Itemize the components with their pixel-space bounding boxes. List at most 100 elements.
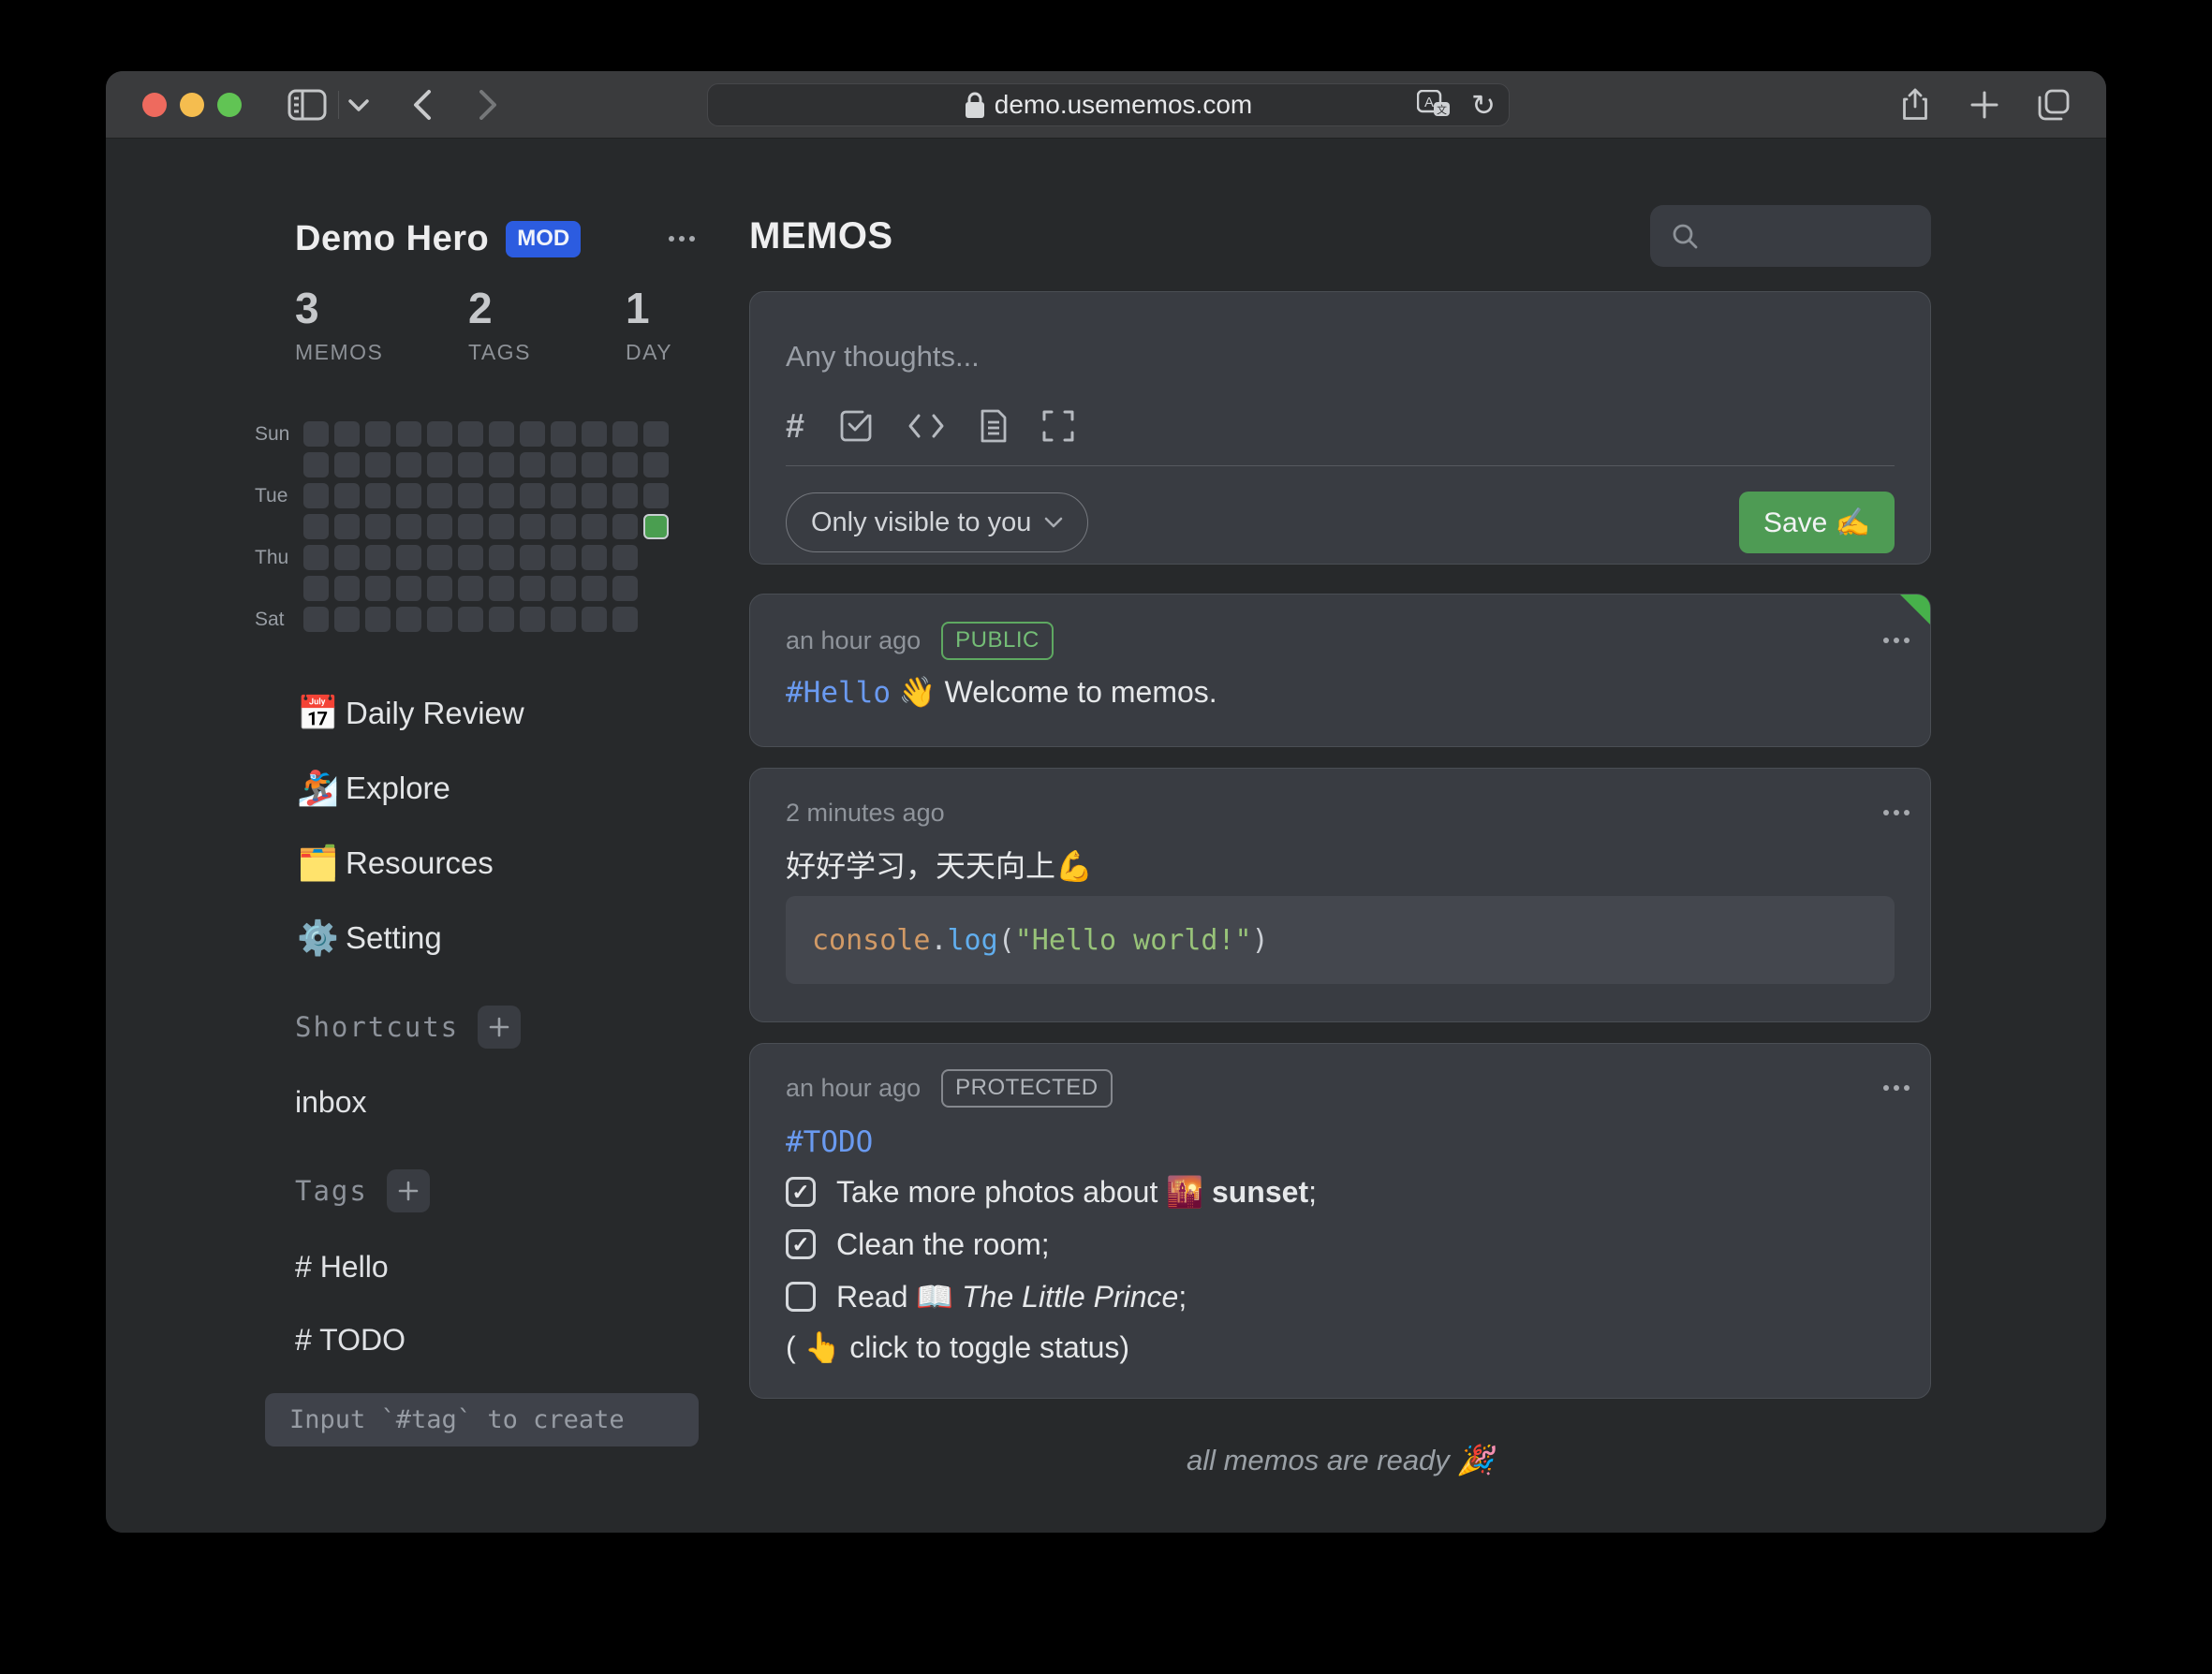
heatmap-cell[interactable]	[643, 421, 669, 447]
visibility-select[interactable]: Only visible to you	[786, 492, 1088, 552]
fullscreen-icon[interactable]	[1042, 410, 1074, 442]
shortcut-item-inbox[interactable]: inbox	[295, 1085, 700, 1119]
heatmap-cell[interactable]	[643, 452, 669, 477]
sidebar-toggle-icon[interactable]	[287, 71, 328, 139]
heatmap-cell[interactable]	[334, 483, 360, 508]
heatmap-cell[interactable]	[303, 545, 329, 570]
heatmap-cell[interactable]	[612, 576, 638, 601]
heatmap-cell[interactable]	[582, 545, 607, 570]
tag-create-input[interactable]: Input `#tag` to create	[265, 1393, 699, 1446]
heatmap-cell[interactable]	[551, 514, 576, 539]
heatmap-cell[interactable]	[489, 483, 514, 508]
memo-menu-button[interactable]	[1883, 810, 1889, 815]
save-button[interactable]: Save ✍️	[1739, 492, 1895, 553]
heatmap-cell[interactable]	[551, 452, 576, 477]
search-input[interactable]	[1650, 205, 1931, 267]
sidebar-item-daily-review[interactable]: 📅 Daily Review	[255, 676, 700, 751]
heatmap-cell[interactable]	[458, 421, 483, 447]
heatmap-cell[interactable]	[303, 576, 329, 601]
heatmap-cell[interactable]	[303, 452, 329, 477]
memo-tag-hello[interactable]: #Hello	[786, 676, 891, 710]
heatmap-cell[interactable]	[396, 576, 421, 601]
chevron-down-icon[interactable]	[344, 71, 374, 139]
user-banner[interactable]: Demo Hero MOD	[295, 218, 700, 259]
heatmap-cell[interactable]	[334, 576, 360, 601]
heatmap-cell[interactable]	[612, 545, 638, 570]
sidebar-item-setting[interactable]: ⚙️ Setting	[255, 901, 700, 976]
sidebar-item-resources[interactable]: 🗂️ Resources	[255, 826, 700, 901]
heatmap-cell[interactable]	[427, 545, 452, 570]
heatmap-cell[interactable]	[643, 483, 669, 508]
heatmap-cell[interactable]	[334, 421, 360, 447]
zoom-button[interactable]	[217, 93, 242, 117]
heatmap-cell[interactable]	[334, 607, 360, 632]
heatmap-cell[interactable]	[458, 514, 483, 539]
heatmap-cell[interactable]	[427, 483, 452, 508]
close-button[interactable]	[142, 93, 167, 117]
heatmap-cell[interactable]	[520, 607, 545, 632]
heatmap-cell[interactable]	[612, 483, 638, 508]
heatmap-cell[interactable]	[334, 545, 360, 570]
heatmap-cell[interactable]	[303, 483, 329, 508]
heatmap-cell[interactable]	[582, 576, 607, 601]
heatmap-cell[interactable]	[334, 452, 360, 477]
heatmap-cell[interactable]	[396, 421, 421, 447]
heatmap-cell[interactable]	[551, 576, 576, 601]
heatmap-cell[interactable]	[303, 421, 329, 447]
new-tab-icon[interactable]	[1964, 71, 2005, 139]
checkbox-checked-icon[interactable]: ✓	[786, 1177, 816, 1207]
heatmap-cell[interactable]	[396, 607, 421, 632]
heatmap-cell[interactable]	[612, 607, 638, 632]
checkbox-checked-icon[interactable]: ✓	[786, 1229, 816, 1259]
user-menu-button[interactable]	[669, 236, 674, 242]
heatmap-cell[interactable]	[427, 452, 452, 477]
template-icon[interactable]	[981, 409, 1007, 443]
tag-icon[interactable]: #	[786, 409, 804, 443]
heatmap-cell[interactable]	[582, 452, 607, 477]
heatmap-cell[interactable]	[427, 607, 452, 632]
heatmap-cell[interactable]	[520, 421, 545, 447]
heatmap-cell[interactable]	[612, 421, 638, 447]
heatmap-cell[interactable]	[303, 514, 329, 539]
heatmap-cell[interactable]	[551, 607, 576, 632]
heatmap-cell[interactable]	[334, 514, 360, 539]
heatmap-cell[interactable]	[489, 514, 514, 539]
heatmap-cell[interactable]	[427, 576, 452, 601]
heatmap-cell[interactable]	[427, 514, 452, 539]
heatmap-cell[interactable]	[582, 421, 607, 447]
translate-icon[interactable]: A 文	[1417, 90, 1451, 120]
heatmap-cell[interactable]	[551, 545, 576, 570]
add-shortcut-button[interactable]	[478, 1006, 521, 1049]
tab-overview-icon[interactable]	[2031, 71, 2076, 139]
minimize-button[interactable]	[180, 93, 204, 117]
memo-menu-button[interactable]	[1883, 1085, 1889, 1091]
sidebar-item-explore[interactable]: 🏂 Explore	[255, 751, 700, 826]
heatmap-cell-active[interactable]	[643, 514, 669, 539]
heatmap-cell[interactable]	[520, 545, 545, 570]
code-icon[interactable]	[907, 412, 945, 440]
heatmap-cell[interactable]	[520, 576, 545, 601]
heatmap-cell[interactable]	[489, 545, 514, 570]
tag-item-hello[interactable]: # Hello	[295, 1250, 700, 1284]
heatmap-cell[interactable]	[489, 607, 514, 632]
address-bar[interactable]: demo.usememos.com A 文 ↻	[707, 83, 1510, 126]
reload-icon[interactable]: ↻	[1471, 91, 1496, 120]
heatmap-cell[interactable]	[612, 452, 638, 477]
heatmap-cell[interactable]	[365, 514, 391, 539]
heatmap-cell[interactable]	[582, 607, 607, 632]
heatmap-cell[interactable]	[489, 421, 514, 447]
heatmap-cell[interactable]	[458, 607, 483, 632]
heatmap-cell[interactable]	[396, 483, 421, 508]
heatmap-cell[interactable]	[582, 483, 607, 508]
heatmap-cell[interactable]	[365, 452, 391, 477]
heatmap-cell[interactable]	[396, 545, 421, 570]
tag-item-todo[interactable]: # TODO	[295, 1323, 700, 1357]
checkbox-icon[interactable]	[840, 410, 872, 442]
checkbox-unchecked-icon[interactable]	[786, 1282, 816, 1312]
heatmap-cell[interactable]	[365, 483, 391, 508]
forward-button[interactable]	[469, 71, 507, 139]
heatmap-cell[interactable]	[582, 514, 607, 539]
heatmap-cell[interactable]	[612, 514, 638, 539]
heatmap-cell[interactable]	[520, 452, 545, 477]
memo-menu-button[interactable]	[1883, 638, 1889, 643]
